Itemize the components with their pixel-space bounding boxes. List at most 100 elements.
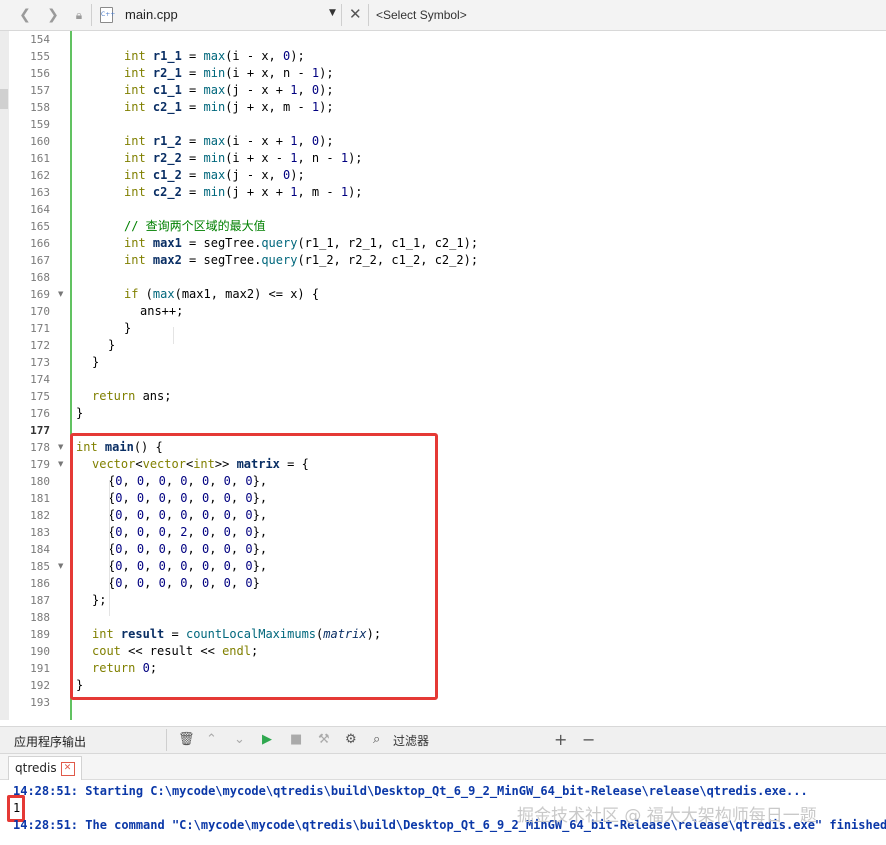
code-token: 1 — [340, 151, 349, 165]
code-token: c1_2 — [152, 168, 182, 182]
code-token: , — [297, 134, 312, 148]
code-line[interactable]: int r2_1 = min(i + x, n - 1); — [124, 65, 334, 82]
close-file-icon[interactable]: ✕ — [349, 5, 362, 23]
fold-arrow-icon[interactable]: ▼ — [58, 456, 63, 473]
code-token: max1 — [152, 236, 182, 250]
code-line[interactable]: int r2_2 = min(i + x - 1, n - 1); — [124, 150, 363, 167]
code-token: , n - — [297, 151, 341, 165]
line-number: 191 — [30, 662, 50, 675]
code-line[interactable]: int c2_2 = min(j + x + 1, m - 1); — [124, 184, 363, 201]
main-function-highlight — [70, 433, 438, 700]
cpp-file-icon: C++ — [100, 7, 115, 23]
code-line[interactable]: // 查询两个区域的最大值 — [124, 218, 266, 235]
code-token: max — [203, 49, 226, 63]
code-token: max — [203, 134, 226, 148]
settings-gear-icon[interactable]: ⚙ — [345, 731, 357, 749]
code-token: = — [181, 66, 204, 80]
tab-qtredis[interactable]: qtredis ✕ — [8, 756, 82, 780]
code-token: c2_2 — [152, 185, 182, 199]
code-line[interactable]: int c2_1 = min(j + x, m - 1); — [124, 99, 334, 116]
code-token: (j + x, m - — [225, 100, 312, 114]
back-arrow-icon[interactable]: ❮ — [16, 6, 34, 24]
code-editor[interactable]: 154 155 int r1_1 = max(i - x, 0); 156 int r2… — [0, 31, 886, 720]
line-number: 157 — [30, 84, 50, 97]
fold-arrow-icon[interactable]: ▼ — [58, 558, 63, 575]
run-icon[interactable]: ▶ — [262, 731, 272, 749]
minimize-icon[interactable]: − — [582, 731, 595, 749]
line-number: 154 — [30, 33, 50, 46]
code-token: int — [124, 236, 146, 250]
code-line[interactable]: int r1_1 = max(i - x, 0); — [124, 48, 305, 65]
code-token: int — [124, 66, 146, 80]
line-number: 159 — [30, 118, 50, 131]
line-number: 167 — [30, 254, 50, 267]
code-token: } — [124, 321, 132, 335]
file-dropdown-icon[interactable]: ▼ — [329, 8, 336, 18]
line-number: 171 — [30, 322, 50, 335]
fold-arrow-icon[interactable]: ▼ — [58, 286, 63, 303]
lock-icon[interactable]: 🔒︎ — [70, 6, 88, 24]
output-tab-bar: qtredis ✕ — [0, 754, 886, 780]
add-icon[interactable]: + — [554, 731, 567, 749]
code-token: (i - x + — [225, 134, 291, 148]
code-token: min — [203, 100, 226, 114]
code-line[interactable]: } — [124, 320, 131, 337]
debug-icon[interactable]: ⚒ — [318, 731, 330, 749]
line-number: 176 — [30, 407, 50, 420]
code-line[interactable]: } — [108, 337, 115, 354]
code-line[interactable]: } — [92, 354, 99, 371]
code-token: = — [181, 185, 204, 199]
code-token: max2 — [152, 253, 182, 267]
line-number: 180 — [30, 475, 50, 488]
chevron-down-icon[interactable]: ⌄ — [234, 731, 245, 749]
code-line[interactable]: int max1 = segTree.query(r1_1, r2_1, c1_… — [124, 235, 478, 252]
file-name[interactable]: main.cpp — [125, 7, 178, 22]
code-token: ); — [319, 83, 334, 97]
fold-arrow-icon[interactable]: ▼ — [58, 439, 63, 456]
code-line[interactable]: return ans; — [92, 388, 171, 405]
code-token: int — [124, 49, 146, 63]
code-token: } — [76, 406, 84, 420]
code-token: ); — [348, 151, 363, 165]
symbol-selector[interactable]: <Select Symbol> — [376, 8, 467, 22]
line-number: 161 — [30, 152, 50, 165]
code-token: ( — [138, 287, 153, 301]
line-number: 156 — [30, 67, 50, 80]
line-number: 181 — [30, 492, 50, 505]
code-token: (i - x, — [225, 49, 283, 63]
toolbar-divider — [341, 4, 342, 26]
code-token: (j - x, — [225, 168, 283, 182]
code-line[interactable]: } — [76, 405, 83, 422]
code-line[interactable]: if (max(max1, max2) <= x) { — [124, 286, 319, 303]
code-line[interactable]: int r1_2 = max(i - x + 1, 0); — [124, 133, 334, 150]
tab-label: qtredis — [15, 761, 57, 775]
output-console[interactable]: 14:28:51: Starting C:\mycode\mycode\qtre… — [0, 780, 886, 845]
forward-arrow-icon[interactable]: ❯ — [44, 6, 62, 24]
code-token: = — [181, 151, 204, 165]
code-token: ); — [348, 185, 363, 199]
stop-icon[interactable]: ■ — [290, 731, 302, 749]
tab-close-icon[interactable]: ✕ — [60, 761, 75, 776]
line-number: 184 — [30, 543, 50, 556]
code-token: ); — [290, 168, 305, 182]
code-token: ans; — [135, 389, 172, 403]
code-line[interactable]: int c1_1 = max(j - x + 1, 0); — [124, 82, 334, 99]
code-token: ans++; — [140, 304, 184, 318]
line-number: 163 — [30, 186, 50, 199]
line-number: 192 — [30, 679, 50, 692]
code-token: int — [124, 134, 146, 148]
trash-icon[interactable]: 🗑︎ — [178, 731, 195, 749]
code-token: if — [124, 287, 139, 301]
code-line[interactable]: int max2 = segTree.query(r1_2, r2_2, c1_… — [124, 252, 478, 269]
code-token: // 查询两个区域的最大值 — [124, 219, 266, 233]
code-line[interactable]: ans++; — [140, 303, 183, 320]
line-number: 179 — [30, 458, 50, 471]
code-token: , — [297, 83, 312, 97]
chevron-up-icon[interactable]: ⌃ — [206, 731, 217, 749]
code-token: (max1, max2) <= x) { — [174, 287, 320, 301]
filter-input[interactable]: 过滤器 — [393, 732, 429, 749]
code-line[interactable]: int c1_2 = max(j - x, 0); — [124, 167, 305, 184]
code-token: int — [124, 168, 146, 182]
